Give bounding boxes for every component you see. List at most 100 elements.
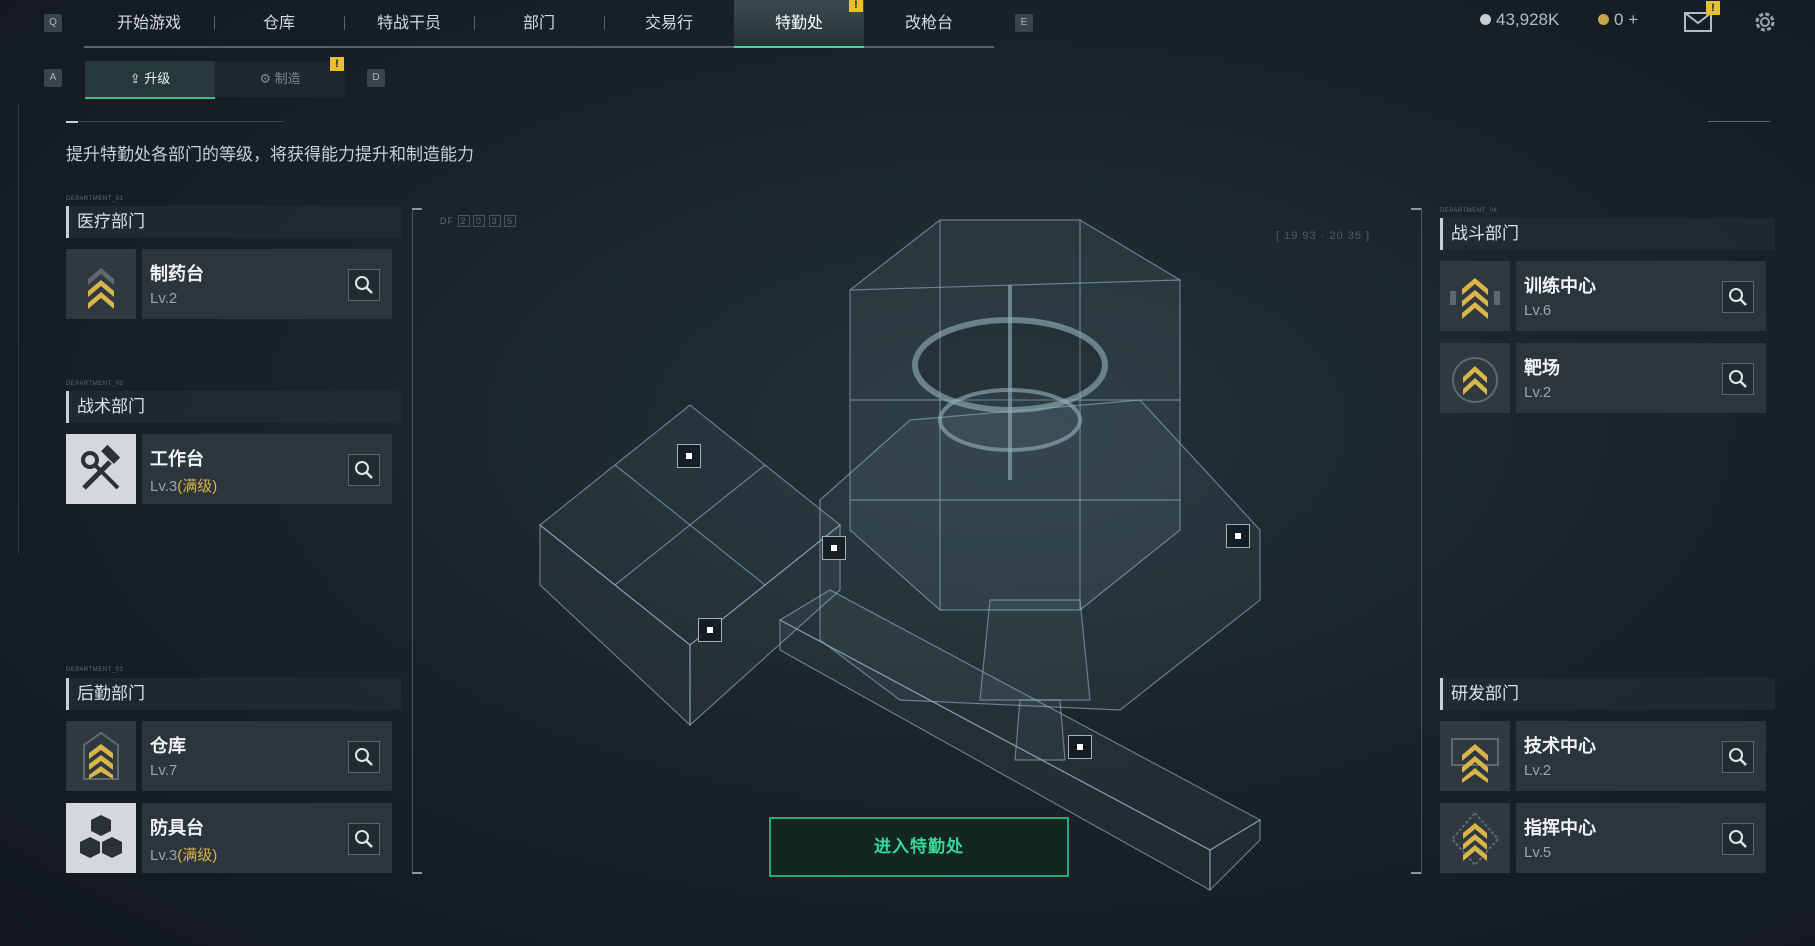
facility-card-armor-bench[interactable]: 防具台 Lv.3(满级)	[66, 803, 392, 873]
search-button[interactable]	[1722, 823, 1754, 855]
search-button[interactable]	[348, 823, 380, 855]
map-marker[interactable]	[677, 444, 701, 468]
map-marker[interactable]	[1226, 524, 1250, 548]
dept-code: DEPARTMENT_03	[66, 667, 124, 673]
map-marker[interactable]	[698, 618, 722, 642]
facility-info: 工作台 Lv.3(满级)	[142, 434, 392, 504]
divider-line	[66, 121, 284, 122]
key-hint-q: Q	[44, 14, 62, 32]
facility-card-warehouse[interactable]: 仓库 Lv.7	[66, 721, 392, 791]
nav-tab-warehouse[interactable]: 仓库	[214, 0, 344, 46]
maxed-label: (满级)	[177, 478, 218, 495]
facility-card-tech-center[interactable]: 技术中心 Lv.2	[1440, 721, 1766, 791]
facility-icon-box	[1440, 261, 1510, 331]
hud-code: DF 2 0 3 5	[440, 215, 517, 227]
hud-label: DF	[440, 216, 454, 226]
nav-tab-gunsmith[interactable]: 改枪台	[864, 0, 994, 46]
facility-info: 指挥中心 Lv.5	[1516, 803, 1766, 873]
subtab-upgrade[interactable]: ⇪ 升级	[85, 61, 215, 99]
facility-info: 训练中心 Lv.6	[1516, 261, 1766, 331]
facility-level: Lv.5	[1524, 844, 1551, 861]
divider-accent	[66, 121, 78, 123]
level-value: Lv.2	[150, 290, 178, 307]
facility-level: Lv.6	[1524, 302, 1551, 319]
rank-chevron-icon	[1452, 357, 1498, 403]
search-icon	[1729, 288, 1747, 306]
search-icon	[355, 748, 373, 766]
map-marker[interactable]	[822, 536, 846, 560]
silver-coin-icon	[1480, 14, 1491, 25]
dept-code: DEPARTMENT_02	[66, 381, 124, 387]
hud-digit: 2	[457, 215, 470, 227]
gold-add[interactable]: +	[1628, 10, 1638, 29]
facility-name: 工作台	[150, 449, 204, 469]
dept-title-tactical: 战术部门	[66, 391, 401, 423]
facility-name: 技术中心	[1524, 736, 1596, 756]
search-icon	[355, 276, 373, 294]
dept-title-research: 研发部门	[1440, 678, 1775, 710]
frame-tick	[1411, 208, 1421, 210]
hud-digit: 5	[504, 215, 517, 227]
level-value: Lv.3	[150, 847, 178, 864]
right-frame-line	[1421, 208, 1422, 874]
facility-card-workbench[interactable]: 工作台 Lv.3(满级)	[66, 434, 392, 504]
facility-icon-box	[1440, 803, 1510, 873]
search-icon	[1729, 830, 1747, 848]
silver-currency: 43,928K	[1480, 10, 1559, 30]
cubes-icon	[80, 815, 122, 858]
search-button[interactable]	[1722, 741, 1754, 773]
facility-name: 训练中心	[1524, 276, 1596, 296]
dept-code: DEPARTMENT_01	[66, 196, 124, 202]
hud-digit: 3	[488, 215, 501, 227]
craft-warning-badge: !	[330, 57, 344, 71]
facility-level: Lv.7	[150, 762, 177, 779]
divider-line-right	[1708, 121, 1770, 122]
facility-card-shooting-range[interactable]: 靶场 Lv.2	[1440, 343, 1766, 413]
facility-info: 防具台 Lv.3(满级)	[142, 803, 392, 873]
nav-tab-trade[interactable]: 交易行	[604, 0, 734, 46]
upgrade-icon: ⇪	[129, 71, 145, 86]
gold-coin-icon	[1598, 14, 1609, 25]
level-value: Lv.3	[150, 478, 178, 495]
left-frame-line	[412, 208, 413, 874]
key-hint-d: D	[367, 69, 385, 87]
search-button[interactable]	[1722, 363, 1754, 395]
search-button[interactable]	[348, 269, 380, 301]
facility-name: 靶场	[1524, 358, 1560, 378]
nav-tab-operators[interactable]: 特战干员	[344, 0, 474, 46]
facility-icon-box	[66, 249, 136, 319]
subtab-craft[interactable]: ⚙ 制造	[215, 61, 345, 97]
craft-icon: ⚙	[259, 71, 275, 86]
facility-info: 技术中心 Lv.2	[1516, 721, 1766, 791]
search-button[interactable]	[348, 454, 380, 486]
facility-name: 制药台	[150, 264, 204, 284]
facility-card-training-center[interactable]: 训练中心 Lv.6	[1440, 261, 1766, 331]
rank-chevron-icon	[88, 268, 114, 309]
gold-currency[interactable]: 0 +	[1598, 10, 1638, 30]
search-button[interactable]	[1722, 281, 1754, 313]
mail-icon[interactable]	[1684, 12, 1712, 32]
frame-tick	[412, 208, 422, 210]
facility-card-pharmacy[interactable]: 制药台 Lv.2	[66, 249, 392, 319]
dept-title-medical: 医疗部门	[66, 206, 401, 238]
gear-icon[interactable]	[1752, 9, 1778, 35]
search-icon	[355, 461, 373, 479]
facility-card-command-center[interactable]: 指挥中心 Lv.5	[1440, 803, 1766, 873]
enter-special-ops-button[interactable]: 进入特勤处	[769, 817, 1069, 877]
nav-warning-badge: !	[849, 0, 863, 12]
key-hint-e: E	[1015, 14, 1033, 32]
nav-tab-department[interactable]: 部门	[474, 0, 604, 46]
left-edge-line	[18, 104, 19, 554]
level-value: Lv.2	[1524, 762, 1552, 779]
facility-info: 制药台 Lv.2	[142, 249, 392, 319]
search-button[interactable]	[348, 741, 380, 773]
level-value: Lv.7	[150, 762, 178, 779]
nav-tab-start-game[interactable]: 开始游戏	[84, 0, 214, 46]
hud-digit: 0	[473, 215, 486, 227]
map-marker[interactable]	[1068, 735, 1092, 759]
facility-level: Lv.3(满级)	[150, 844, 217, 865]
level-value: Lv.6	[1524, 302, 1552, 319]
search-icon	[1729, 748, 1747, 766]
nav-tab-special-ops[interactable]: 特勤处	[734, 0, 864, 48]
mail-warning-badge: !	[1706, 1, 1720, 15]
